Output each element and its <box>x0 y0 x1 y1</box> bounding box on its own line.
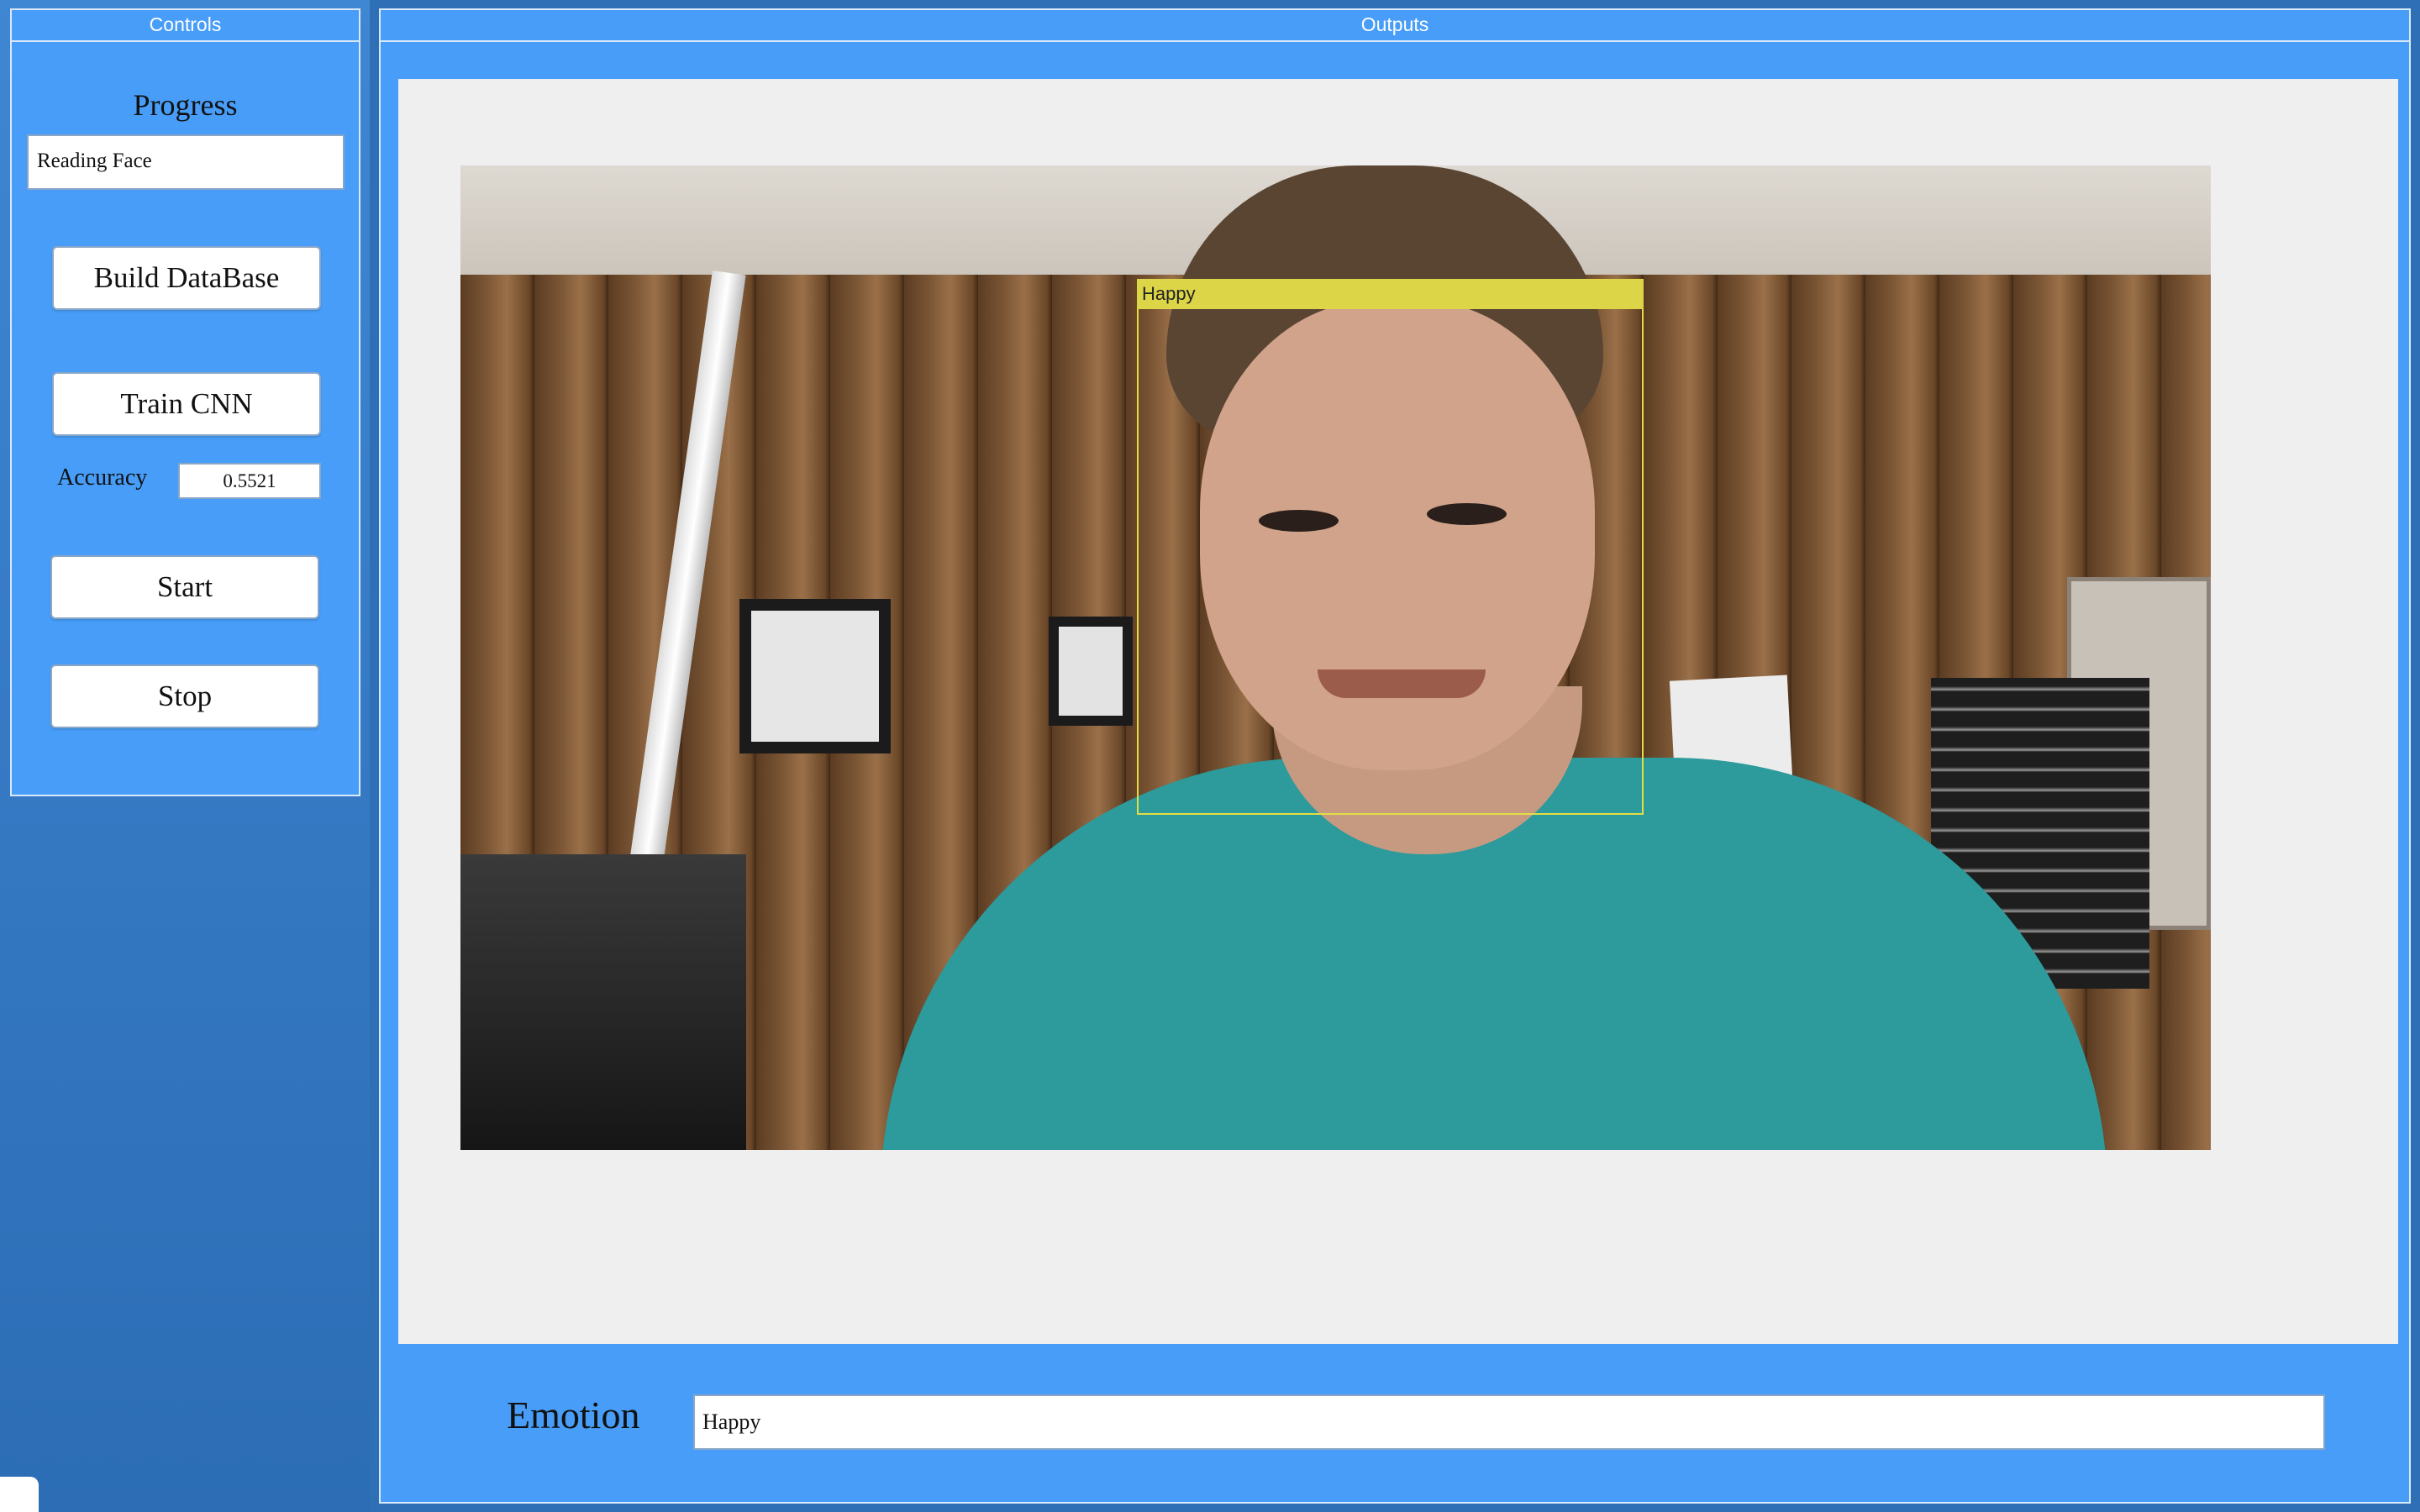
camera-feed-image: Happy <box>460 165 2211 1150</box>
wall-frame-left <box>739 599 891 753</box>
corner-handle <box>0 1477 39 1512</box>
accuracy-field[interactable]: 0.5521 <box>178 463 321 499</box>
controls-title: Controls <box>12 10 359 42</box>
stop-button[interactable]: Stop <box>50 664 319 728</box>
progress-label: Progress <box>133 88 238 122</box>
train-cnn-button[interactable]: Train CNN <box>52 372 321 436</box>
build-database-button[interactable]: Build DataBase <box>52 246 321 310</box>
progress-value: Reading Face <box>37 150 152 172</box>
emotion-field[interactable]: Happy <box>693 1394 2325 1450</box>
face-detection-box <box>1137 279 1644 815</box>
wall-frame-right <box>1049 617 1133 726</box>
emotion-value: Happy <box>702 1410 761 1434</box>
accuracy-label: Accuracy <box>57 465 148 491</box>
start-button[interactable]: Start <box>50 555 319 619</box>
accuracy-value: 0.5521 <box>223 470 276 491</box>
emotion-label: Emotion <box>507 1394 640 1436</box>
face-detection-tag: Happy <box>1137 279 1644 309</box>
outputs-title: Outputs <box>381 10 2409 42</box>
progress-field[interactable]: Reading Face <box>27 134 345 190</box>
printer <box>460 854 746 1150</box>
